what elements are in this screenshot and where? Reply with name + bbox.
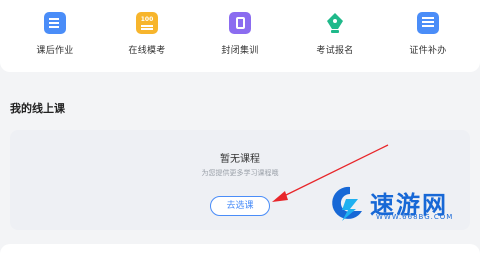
watermark: 速游网 WWW.668BG.COM [328, 183, 478, 227]
watermark-logo-icon [332, 186, 362, 221]
watermark-url: WWW.668BG.COM [376, 213, 454, 221]
